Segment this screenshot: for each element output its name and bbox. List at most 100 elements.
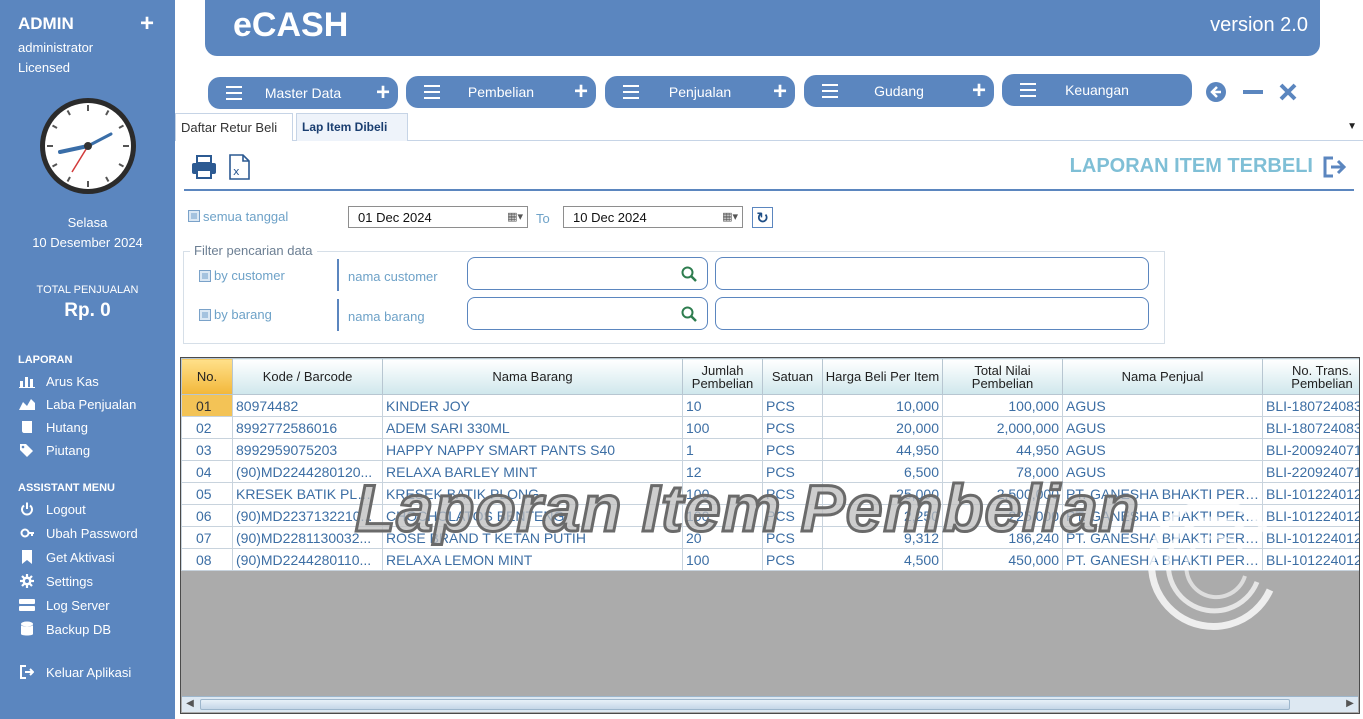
row-number: 01	[181, 394, 233, 417]
tab-lap-item-dibeli[interactable]: Lap Item Dibeli	[296, 113, 408, 141]
barang-search-input[interactable]	[467, 297, 708, 330]
app-title: eCASH	[233, 6, 349, 44]
scroll-right-icon[interactable]: ▶	[1342, 698, 1358, 712]
cell-quantity: 100	[682, 416, 763, 439]
date-to-picker[interactable]: 10 Dec 2024 ▦▾	[563, 206, 743, 228]
cell-total: 100,000	[942, 394, 1063, 417]
column-header[interactable]: No. Trans. Pembelian	[1262, 358, 1359, 395]
plus-icon[interactable]: +	[773, 78, 787, 106]
assistant-section-title: ASSISTANT MENU	[18, 482, 115, 494]
all-dates-checkbox[interactable]	[188, 210, 200, 222]
user-name: ADMIN	[18, 14, 74, 33]
row-number: 06	[181, 504, 233, 527]
cell-seller: AGUS	[1062, 416, 1263, 439]
excel-export-icon[interactable]: x	[227, 154, 253, 180]
menu-master-data[interactable]: Master Data +	[208, 77, 398, 109]
column-header[interactable]: Total Nilai Pembelian	[942, 358, 1063, 395]
sidebar-item-piutang[interactable]: Piutang	[18, 442, 90, 458]
sidebar-item-log-server[interactable]: Log Server	[18, 597, 110, 613]
calendar-dropdown-icon[interactable]: ▦▾	[722, 210, 738, 223]
key-icon	[18, 525, 36, 541]
cell-seller: AGUS	[1062, 394, 1263, 417]
cell-seller: AGUS	[1062, 438, 1263, 461]
cell-transaction-no: BLI-180724083	[1262, 416, 1359, 439]
table-row[interactable]: 02 8992772586016 ADEM SARI 330ML 100 PCS…	[181, 416, 1359, 439]
menu-keuangan[interactable]: Keuangan	[1002, 74, 1192, 106]
sidebar-item-arus-kas[interactable]: Arus Kas	[18, 373, 99, 389]
sidebar-item-settings[interactable]: Settings	[18, 573, 93, 589]
sidebar-item-logout[interactable]: Logout	[18, 501, 86, 517]
plus-icon[interactable]: +	[376, 79, 390, 107]
sidebar-item-backup-db[interactable]: Backup DB	[18, 621, 111, 637]
column-header[interactable]: Kode / Barcode	[232, 358, 383, 395]
close-button[interactable]	[1276, 80, 1300, 104]
cell-transaction-no: BLI-180724083	[1262, 394, 1359, 417]
menu-penjualan[interactable]: Penjualan +	[605, 76, 795, 108]
tab-daftar-retur-beli[interactable]: Daftar Retur Beli	[175, 113, 293, 141]
sidebar-item-label: Laba Penjualan	[46, 396, 137, 412]
sidebar-item-label: Keluar Aplikasi	[46, 664, 132, 680]
search-icon[interactable]	[681, 306, 697, 322]
cell-unit: PCS	[762, 438, 823, 461]
back-button[interactable]	[1204, 80, 1228, 104]
exit-report-icon[interactable]	[1323, 156, 1347, 178]
sidebar-item-label: Get Aktivasi	[46, 549, 115, 565]
table-row[interactable]: 03 8992959075203 HAPPY NAPPY SMART PANTS…	[181, 438, 1359, 461]
column-header[interactable]: Nama Barang	[382, 358, 683, 395]
row-number: 05	[181, 482, 233, 505]
column-header[interactable]: Jumlah Pembelian	[682, 358, 763, 395]
server-icon	[18, 597, 36, 613]
refresh-button[interactable]: ↻	[752, 207, 773, 228]
customer-search-input[interactable]	[467, 257, 708, 290]
by-customer-label: by customer	[214, 268, 285, 283]
sidebar-item-ubah-password[interactable]: Ubah Password	[18, 525, 138, 541]
cell-total: 2,000,000	[942, 416, 1063, 439]
sign-out-icon	[18, 664, 36, 680]
scrollbar-thumb[interactable]	[200, 699, 1290, 710]
cell-quantity: 10	[682, 394, 763, 417]
table-row[interactable]: 01 80974482 KINDER JOY 10 PCS 10,000 100…	[181, 394, 1359, 417]
by-barang-checkbox[interactable]	[199, 309, 211, 321]
calendar-dropdown-icon[interactable]: ▦▾	[507, 210, 523, 223]
date-from-picker[interactable]: 01 Dec 2024 ▦▾	[348, 206, 528, 228]
menu-label: Keuangan	[1065, 82, 1129, 98]
print-icon[interactable]	[191, 154, 217, 180]
barang-name-label: nama barang	[348, 309, 425, 324]
user-role: administrator	[18, 40, 94, 55]
column-header[interactable]: Harga Beli Per Item	[822, 358, 943, 395]
sidebar-add-icon[interactable]: +	[140, 10, 154, 38]
ecash-logo	[1148, 499, 1274, 630]
search-icon[interactable]	[681, 266, 697, 282]
sidebar-item-label: Log Server	[46, 597, 110, 613]
sidebar-item-laba-penjualan[interactable]: Laba Penjualan	[18, 396, 136, 412]
sidebar-item-get-aktivasi[interactable]: Get Aktivasi	[18, 549, 115, 565]
database-icon	[18, 621, 36, 637]
tab-dropdown-icon[interactable]: ▼	[1347, 121, 1357, 132]
sidebar-item-label: Ubah Password	[46, 525, 138, 541]
column-header[interactable]: No.	[181, 358, 233, 395]
row-number: 03	[181, 438, 233, 461]
sidebar-item-keluar-aplikasi[interactable]: Keluar Aplikasi	[18, 664, 131, 680]
cell-unit: PCS	[762, 394, 823, 417]
menu-gudang[interactable]: Gudang +	[804, 75, 994, 107]
customer-name-field[interactable]	[715, 257, 1149, 290]
scroll-left-icon[interactable]: ◀	[182, 698, 198, 712]
date-to-label: To	[536, 211, 550, 226]
sidebar-item-hutang[interactable]: Hutang	[18, 419, 88, 435]
by-customer-checkbox[interactable]	[199, 270, 211, 282]
column-header[interactable]: Satuan	[762, 358, 823, 395]
column-header[interactable]: Nama Penjual	[1062, 358, 1263, 395]
plus-icon[interactable]: +	[972, 77, 986, 105]
minimize-button[interactable]	[1241, 80, 1265, 104]
svg-text:x: x	[233, 165, 240, 178]
horizontal-scrollbar[interactable]: ◀ ▶	[182, 696, 1358, 712]
separator	[337, 259, 339, 291]
barang-name-field[interactable]	[715, 297, 1149, 330]
close-icon	[1279, 83, 1297, 101]
cell-item-name: HAPPY NAPPY SMART PANTS S40	[382, 438, 683, 461]
arrow-left-circle-icon	[1206, 82, 1226, 102]
menu-pembelian[interactable]: Pembelian +	[406, 76, 596, 108]
sidebar: ADMIN + administrator Licensed Selasa 10…	[0, 0, 175, 719]
row-number: 02	[181, 416, 233, 439]
plus-icon[interactable]: +	[574, 78, 588, 106]
